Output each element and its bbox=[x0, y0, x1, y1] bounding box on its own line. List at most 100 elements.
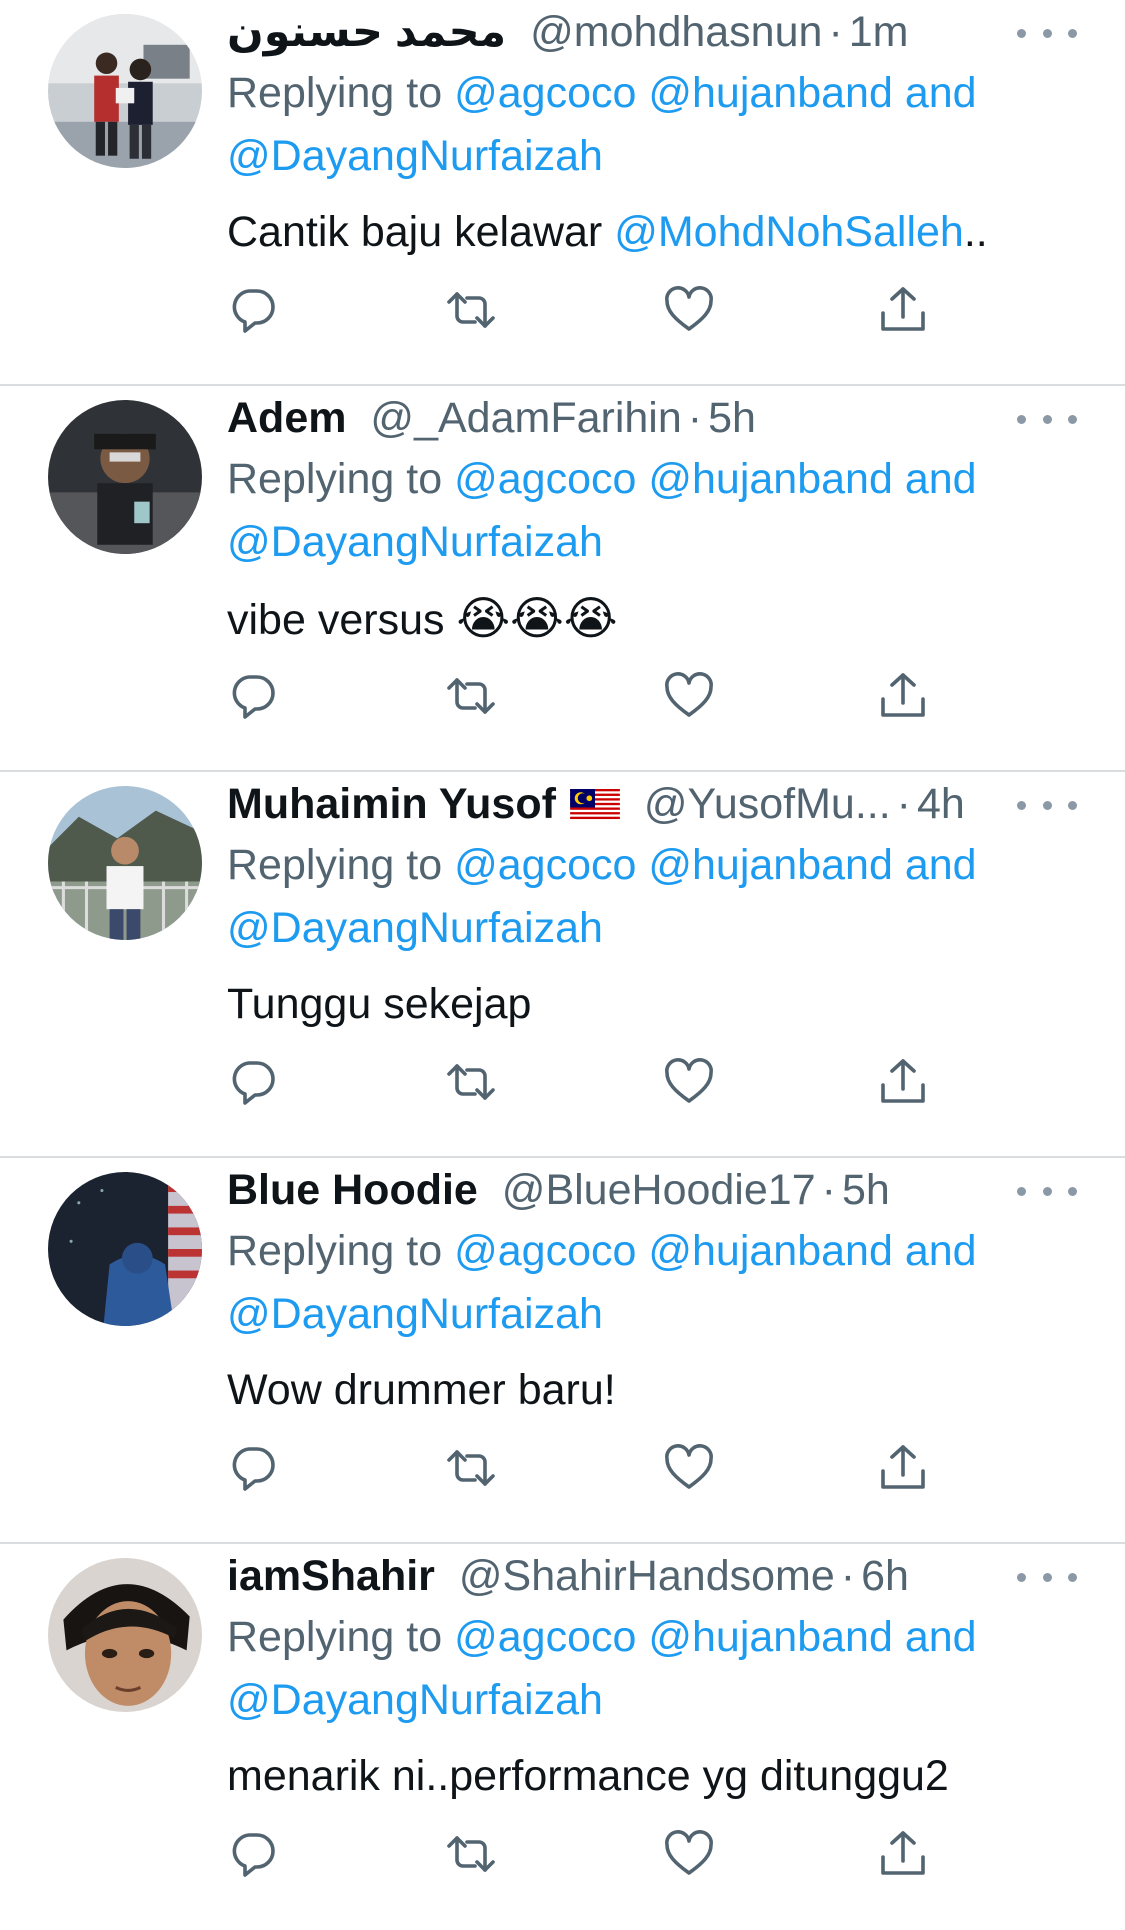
and-others-link[interactable]: and bbox=[905, 455, 977, 503]
avatar[interactable] bbox=[48, 786, 202, 940]
tweet[interactable]: iamShahir @ShahirHandsome · 6h Replying to… bbox=[0, 1544, 1125, 1930]
and-others-link[interactable]: and bbox=[905, 69, 977, 117]
like-icon[interactable] bbox=[663, 1829, 715, 1879]
mention-link[interactable]: @agcoco bbox=[454, 841, 636, 889]
replying-to-label: Replying to bbox=[227, 69, 443, 117]
action-bar bbox=[227, 671, 947, 721]
mention-link[interactable]: @hujanband bbox=[648, 1227, 893, 1275]
and-others-link[interactable]: and bbox=[905, 841, 977, 889]
user-handle[interactable]: @BlueHoodie17 bbox=[502, 1166, 816, 1214]
more-options-icon[interactable] bbox=[1017, 1176, 1077, 1206]
more-options-icon[interactable] bbox=[1017, 1562, 1077, 1592]
replying-to-line: Replying to @agcoco @hujanband and @Daya… bbox=[227, 62, 1077, 188]
tweet[interactable]: Muhaimin Yusof @YusofMu... · 4h Replying t… bbox=[0, 772, 1125, 1158]
mention-link[interactable]: @agcoco bbox=[454, 1613, 636, 1661]
tweet[interactable]: Blue Hoodie @BlueHoodie17 · 5h Replying to… bbox=[0, 1158, 1125, 1544]
timestamp[interactable]: 6h bbox=[861, 1552, 909, 1600]
tweet-header: Adem @_AdamFarihin · 5h bbox=[227, 386, 1077, 450]
replying-to-line: Replying to @agcoco @hujanband and @Daya… bbox=[227, 834, 1077, 960]
mention-link[interactable]: @hujanband bbox=[648, 1613, 893, 1661]
reply-icon[interactable] bbox=[227, 671, 279, 721]
like-icon[interactable] bbox=[663, 1443, 715, 1493]
share-icon[interactable] bbox=[877, 671, 929, 721]
mention-link[interactable]: @DayangNurfaizah bbox=[227, 132, 603, 180]
avatar[interactable] bbox=[48, 400, 202, 554]
mention-link[interactable]: @hujanband bbox=[648, 841, 893, 889]
mention-link[interactable]: @DayangNurfaizah bbox=[227, 1290, 603, 1338]
tweet-text: Cantik baju kelawar @MohdNohSalleh.. bbox=[227, 201, 1077, 264]
share-icon[interactable] bbox=[877, 1057, 929, 1107]
avatar-photo-man-dark bbox=[48, 400, 202, 554]
replying-to-line: Replying to @agcoco @hujanband and @Daya… bbox=[227, 1606, 1077, 1732]
display-name[interactable]: Adem bbox=[227, 394, 346, 442]
and-others-link[interactable]: and bbox=[905, 1613, 977, 1661]
share-icon[interactable] bbox=[877, 1829, 929, 1879]
replying-to-line: Replying to @agcoco @hujanband and @Daya… bbox=[227, 448, 1077, 574]
like-icon[interactable] bbox=[663, 1057, 715, 1107]
mention-link[interactable]: @MohdNohSalleh bbox=[614, 208, 964, 256]
reply-icon[interactable] bbox=[227, 1443, 279, 1493]
and-others-link[interactable]: and bbox=[905, 1227, 977, 1275]
timestamp[interactable]: 5h bbox=[842, 1166, 890, 1214]
reply-icon[interactable] bbox=[227, 285, 279, 335]
malaysia-flag-icon bbox=[570, 775, 620, 836]
action-bar bbox=[227, 1057, 947, 1107]
mention-link[interactable]: @agcoco bbox=[454, 1227, 636, 1275]
separator-dot: · bbox=[687, 394, 703, 442]
avatar[interactable] bbox=[48, 1558, 202, 1712]
mention-link[interactable]: @agcoco bbox=[454, 455, 636, 503]
mention-link[interactable]: @hujanband bbox=[648, 455, 893, 503]
crying-face-emoji: 😭😭😭 bbox=[456, 592, 618, 644]
tweet-text: Tunggu sekejap bbox=[227, 973, 1077, 1036]
retweet-icon[interactable] bbox=[445, 285, 497, 335]
display-name[interactable]: Muhaimin Yusof bbox=[227, 780, 556, 828]
more-options-icon[interactable] bbox=[1017, 790, 1077, 820]
more-options-icon[interactable] bbox=[1017, 18, 1077, 48]
user-handle[interactable]: @YusofMu... bbox=[644, 780, 891, 828]
mention-link[interactable]: @DayangNurfaizah bbox=[227, 904, 603, 952]
retweet-icon[interactable] bbox=[445, 671, 497, 721]
mention-link[interactable]: @agcoco bbox=[454, 69, 636, 117]
reply-icon[interactable] bbox=[227, 1829, 279, 1879]
action-bar bbox=[227, 1829, 947, 1879]
avatar-photo-selfie bbox=[48, 1558, 202, 1712]
display-name[interactable]: محمد حسنون bbox=[227, 8, 506, 56]
avatar[interactable] bbox=[48, 1172, 202, 1326]
display-name[interactable]: iamShahir bbox=[227, 1552, 435, 1600]
replying-to-label: Replying to bbox=[227, 1227, 443, 1275]
timestamp[interactable]: 4h bbox=[917, 780, 965, 828]
reply-timeline: محمد حسنون @mohdhasnun · 1m Replying to @a… bbox=[0, 0, 1125, 1930]
share-icon[interactable] bbox=[877, 1443, 929, 1493]
tweet-header: iamShahir @ShahirHandsome · 6h bbox=[227, 1544, 1077, 1608]
mention-link[interactable]: @hujanband bbox=[648, 69, 893, 117]
display-name[interactable]: Blue Hoodie bbox=[227, 1166, 478, 1214]
retweet-icon[interactable] bbox=[445, 1829, 497, 1879]
replying-to-label: Replying to bbox=[227, 841, 443, 889]
timestamp[interactable]: 5h bbox=[708, 394, 756, 442]
timestamp[interactable]: 1m bbox=[849, 8, 909, 56]
like-icon[interactable] bbox=[663, 285, 715, 335]
retweet-icon[interactable] bbox=[445, 1057, 497, 1107]
tweet-text-body: vibe versus bbox=[227, 596, 445, 644]
separator-dot: · bbox=[821, 1166, 836, 1214]
mention-link[interactable]: @DayangNurfaizah bbox=[227, 1676, 603, 1724]
tweet-text: Wow drummer baru! bbox=[227, 1359, 1077, 1422]
tweet-text-body: menarik ni..performance yg ditunggu2 bbox=[227, 1752, 949, 1800]
avatar[interactable] bbox=[48, 14, 202, 168]
tweet-text: menarik ni..performance yg ditunggu2 bbox=[227, 1745, 1077, 1808]
user-handle[interactable]: @_AdamFarihin bbox=[370, 394, 681, 442]
replying-to-line: Replying to @agcoco @hujanband and @Daya… bbox=[227, 1220, 1077, 1346]
reply-icon[interactable] bbox=[227, 1057, 279, 1107]
tweet-header: Blue Hoodie @BlueHoodie17 · 5h bbox=[227, 1158, 1077, 1222]
tweet-text-suffix: .. bbox=[963, 208, 988, 256]
user-handle[interactable]: @ShahirHandsome bbox=[459, 1552, 835, 1600]
like-icon[interactable] bbox=[663, 671, 715, 721]
retweet-icon[interactable] bbox=[445, 1443, 497, 1493]
tweet[interactable]: Adem @_AdamFarihin · 5h Replying to @agcoc… bbox=[0, 386, 1125, 772]
tweet[interactable]: محمد حسنون @mohdhasnun · 1m Replying to @a… bbox=[0, 0, 1125, 386]
share-icon[interactable] bbox=[877, 285, 929, 335]
more-options-icon[interactable] bbox=[1017, 404, 1077, 434]
user-handle[interactable]: @mohdhasnun bbox=[530, 8, 822, 56]
mention-link[interactable]: @DayangNurfaizah bbox=[227, 518, 603, 566]
tweet-text: vibe versus 😭😭😭 bbox=[227, 587, 1077, 652]
